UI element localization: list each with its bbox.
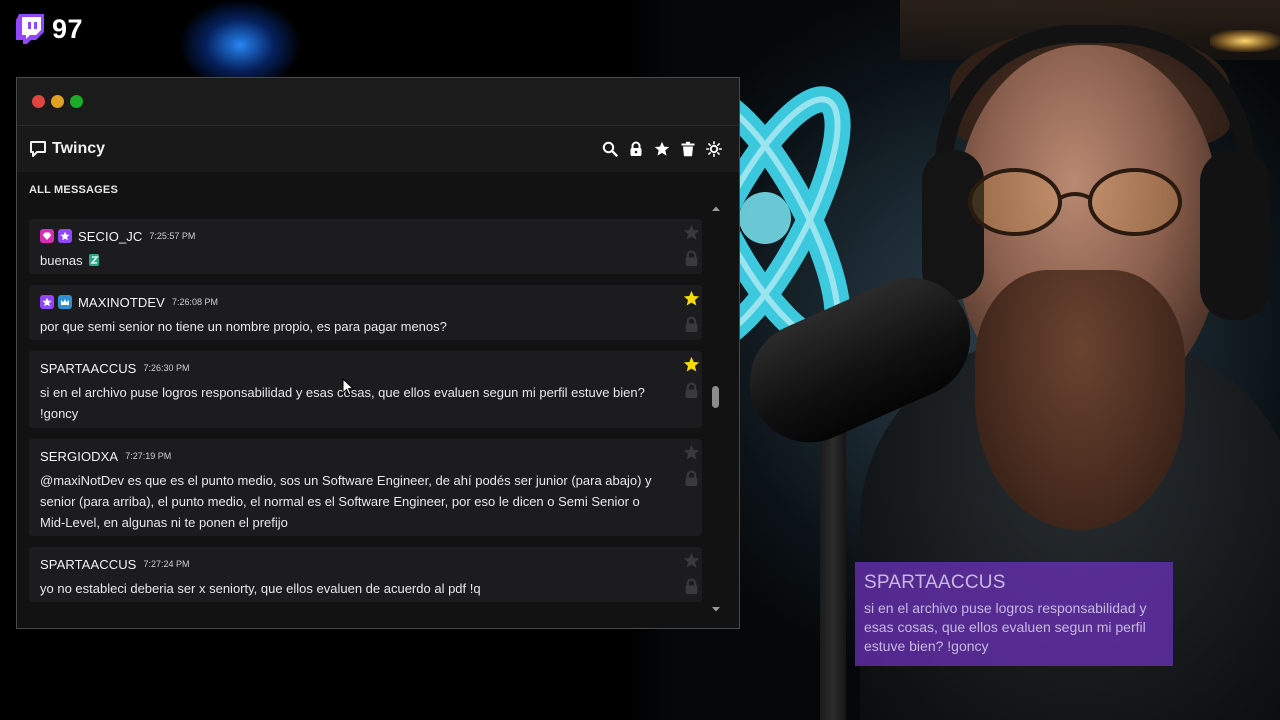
message-time: 7:26:30 PM	[143, 363, 190, 373]
message-time: 7:25:57 PM	[149, 231, 196, 241]
message-header: SECIO_JC 7:25:57 PM	[40, 227, 666, 245]
lock-message-button[interactable]	[683, 315, 701, 333]
lock-icon	[685, 578, 698, 594]
highlighted-message-text: si en el archivo puse logros responsabil…	[864, 600, 1147, 654]
message-scrollbar[interactable]	[709, 204, 723, 614]
lock-message-button[interactable]	[683, 577, 701, 595]
gem-badge-icon	[40, 229, 54, 243]
lock-button[interactable]	[627, 140, 645, 158]
trash-icon	[681, 141, 695, 157]
favorite-message-button[interactable]	[683, 355, 701, 373]
message-time: 7:27:19 PM	[125, 451, 172, 461]
scroll-up-arrow-icon[interactable]	[711, 204, 721, 214]
star-icon	[654, 141, 670, 156]
scrollbar-thumb[interactable]	[712, 386, 719, 408]
message-author[interactable]: SERGIODXA	[40, 449, 118, 464]
message-author[interactable]: MAXINOTDEV	[78, 295, 165, 310]
message-item[interactable]: SECIO_JC 7:25:57 PM buenas	[29, 219, 702, 274]
app-name: Twincy	[52, 140, 106, 157]
sun-icon	[706, 141, 722, 157]
message-author[interactable]: SECIO_JC	[78, 229, 142, 244]
search-icon	[602, 141, 618, 157]
lock-icon	[685, 382, 698, 398]
glasses-icon	[968, 168, 1182, 236]
message-actions	[682, 355, 702, 399]
background-lamp	[1210, 30, 1280, 52]
emote-icon	[88, 254, 99, 266]
favorites-button[interactable]	[653, 140, 671, 158]
toolbar	[601, 140, 723, 158]
message-text: yo no estableci deberia ser x seniorty, …	[40, 581, 481, 596]
message-list: SECIO_JC 7:25:57 PM buenas MAXINOTDEV 7:…	[29, 218, 702, 613]
message-item[interactable]: SPARTAACCUS 7:26:30 PM si en el archivo …	[29, 351, 702, 428]
star-outline-icon	[683, 224, 700, 240]
streamer-beard	[975, 270, 1185, 530]
message-header: SERGIODXA 7:27:19 PM	[40, 447, 666, 465]
lock-icon	[685, 470, 698, 486]
chat-bubble-icon	[30, 141, 46, 157]
message-item[interactable]: SERGIODXA 7:27:19 PM @maxiNotDev es que …	[29, 439, 702, 536]
twincy-window: Twincy ALL MESSAGES SECIO_JC 7:25:57 PM …	[16, 77, 740, 629]
star-badge-icon	[58, 229, 72, 243]
twitch-icon	[16, 14, 44, 44]
message-actions	[682, 289, 702, 333]
mouse-cursor-icon	[342, 378, 354, 396]
lock-icon	[685, 316, 698, 332]
star-filled-icon	[683, 290, 700, 306]
lock-icon	[685, 250, 698, 266]
star-outline-icon	[683, 552, 700, 568]
favorite-message-button[interactable]	[683, 223, 701, 241]
microphone-arm	[820, 420, 846, 720]
highlighted-message-author: SPARTAACCUS	[864, 572, 1006, 593]
headphone-right	[1200, 150, 1270, 320]
viewer-counter: 97	[16, 12, 83, 46]
lock-icon	[630, 141, 642, 156]
message-text: por que semi senior no tiene un nombre p…	[40, 319, 447, 334]
message-header: MAXINOTDEV 7:26:08 PM	[40, 293, 666, 311]
message-actions	[682, 223, 702, 267]
message-author[interactable]: SPARTAACCUS	[40, 557, 136, 572]
message-time: 7:26:08 PM	[171, 297, 218, 307]
lock-message-button[interactable]	[683, 469, 701, 487]
message-author[interactable]: SPARTAACCUS	[40, 361, 136, 376]
star-badge-icon	[40, 295, 54, 309]
clear-button[interactable]	[679, 140, 697, 158]
star-outline-icon	[683, 444, 700, 460]
highlighted-message: SPARTAACCUS si en el archivo puse logros…	[855, 562, 1173, 666]
star-filled-icon	[683, 356, 700, 372]
search-button[interactable]	[601, 140, 619, 158]
scroll-down-arrow-icon[interactable]	[711, 604, 721, 614]
favorite-message-button[interactable]	[683, 289, 701, 307]
section-label: ALL MESSAGES	[29, 184, 118, 196]
app-header: Twincy	[17, 126, 739, 172]
message-item[interactable]: MAXINOTDEV 7:26:08 PM por que semi senio…	[29, 285, 702, 340]
message-time: 7:27:24 PM	[143, 559, 190, 569]
viewer-count-number: 97	[52, 13, 84, 44]
favorite-message-button[interactable]	[683, 551, 701, 569]
favorite-message-button[interactable]	[683, 443, 701, 461]
message-actions	[682, 551, 702, 595]
theme-toggle-button[interactable]	[705, 140, 723, 158]
lock-message-button[interactable]	[683, 249, 701, 267]
close-window-button[interactable]	[32, 95, 45, 108]
message-text: @maxiNotDev es que es el punto medio, so…	[40, 473, 652, 530]
message-actions	[682, 443, 702, 487]
minimize-window-button[interactable]	[51, 95, 64, 108]
crown-badge-icon	[58, 295, 72, 309]
lock-message-button[interactable]	[683, 381, 701, 399]
maximize-window-button[interactable]	[70, 95, 83, 108]
message-header: SPARTAACCUS 7:27:24 PM	[40, 555, 666, 573]
app-brand: Twincy	[29, 140, 105, 158]
message-item[interactable]: SPARTAACCUS 7:27:24 PM yo no estableci d…	[29, 547, 702, 602]
window-titlebar[interactable]	[17, 78, 739, 126]
message-header: SPARTAACCUS 7:26:30 PM	[40, 359, 666, 377]
message-text: buenas	[40, 250, 666, 271]
